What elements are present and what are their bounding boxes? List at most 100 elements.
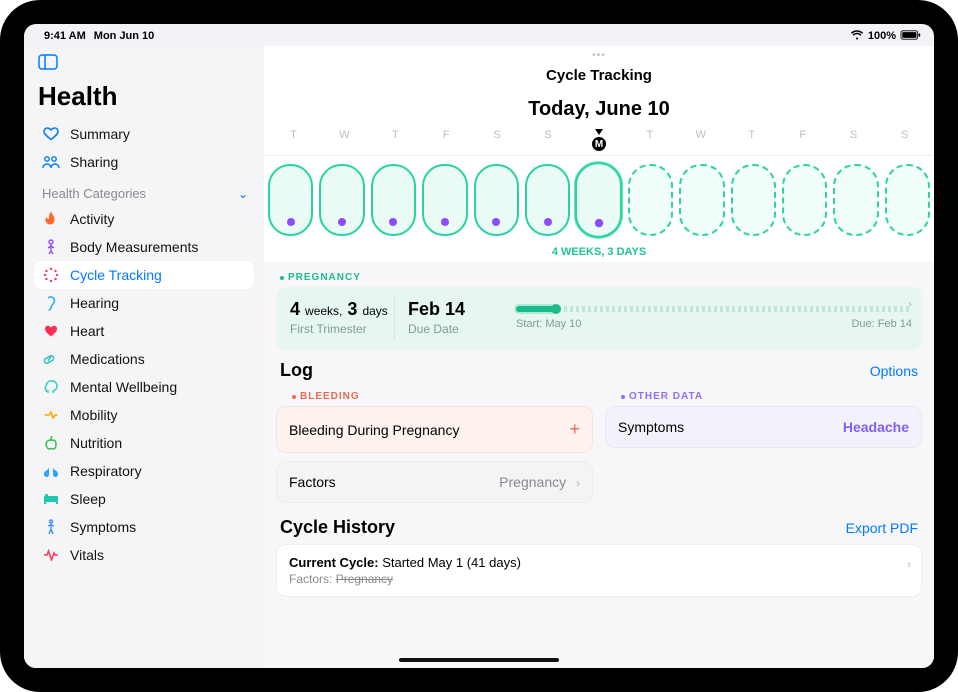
sidebar-item-cycle-tracking[interactable]: Cycle Tracking [34,261,254,289]
sidebar-item-respiratory[interactable]: Respiratory [34,457,254,485]
due-date-value: Feb 14 [408,299,498,320]
nutrition-icon [42,436,60,450]
cycle-day-pill[interactable] [731,164,776,236]
cycle-day-pill[interactable] [525,164,570,236]
sidebar-item-sleep[interactable]: Sleep [34,485,254,513]
cycle-day-pill[interactable] [474,164,519,236]
sidebar-item-label: Mental Wellbeing [70,379,177,395]
sidebar-item-label: Heart [70,323,104,339]
cycle-day-pill[interactable] [575,162,623,238]
cycle-day-strip[interactable] [264,156,934,240]
heart-outline-icon [42,127,60,141]
export-pdf-button[interactable]: Export PDF [846,520,918,536]
sidebar-item-summary[interactable]: Summary [34,120,254,148]
factors-label: Factors [289,474,336,490]
activity-icon [42,211,60,227]
cycle-day-pill[interactable] [833,164,878,236]
window-grip-icon[interactable]: ••• [264,46,934,61]
chevron-right-icon: › [907,557,911,571]
sidebar-toggle-icon[interactable] [34,52,254,79]
cycle-day-pill[interactable] [268,164,313,236]
cycle-day-pill[interactable] [679,164,724,236]
weekday-label: T [624,129,675,155]
plus-icon: + [569,419,580,440]
sidebar-item-label: Hearing [70,295,119,311]
sidebar-item-vitals[interactable]: Vitals [34,541,254,569]
sidebar-item-label: Vitals [70,547,104,563]
status-time: 9:41 AM [44,30,86,42]
progress-start-label: Start: May 10 [516,318,581,330]
sidebar-item-label: Sharing [70,154,118,170]
progress-due-label: Due: Feb 14 [851,318,912,330]
weekday-label: T [268,129,319,155]
sidebar-item-sharing[interactable]: Sharing [34,148,254,176]
sidebar-item-label: Cycle Tracking [70,267,162,283]
sidebar-item-label: Body Measurements [70,239,198,255]
today-label: Today, June 10 [264,84,934,123]
cycle-day-pill[interactable] [782,164,827,236]
symptoms-icon [42,519,60,535]
sidebar-item-activity[interactable]: Activity [34,205,254,233]
cycle-history-title: Cycle History [280,517,395,538]
due-date-label: Due Date [408,322,498,336]
sidebar-item-body-measurements[interactable]: Body Measurements [34,233,254,261]
weekday-label: F [421,129,472,155]
chevron-down-icon: ⌄ [238,187,248,201]
weekday-label: S [879,129,930,155]
factors-row[interactable]: Factors Pregnancy › [276,461,593,503]
sidebar-item-symptoms[interactable]: Symptoms [34,513,254,541]
current-cycle-card[interactable]: › Current Cycle: Started May 1 (41 days)… [276,544,922,597]
weekday-label: F [777,129,828,155]
sidebar-item-label: Symptoms [70,519,136,535]
symptoms-value: Headache [843,419,909,435]
cycle-day-pill[interactable] [422,164,467,236]
cycle-tracking-icon [42,267,60,283]
sidebar-item-label: Medications [70,351,145,367]
sidebar-categories-header[interactable]: Health Categories ⌄ [34,176,254,205]
log-title: Log [280,360,313,381]
battery-percent: 100% [868,30,896,42]
weekday-label: M [574,129,625,155]
sidebar-item-hearing[interactable]: Hearing [34,289,254,317]
weekday-label: T [726,129,777,155]
logged-dot-icon [595,219,603,227]
sidebar-item-label: Sleep [70,491,106,507]
logged-dot-icon [492,218,500,226]
bleeding-row[interactable]: Bleeding During Pregnancy + [276,406,593,453]
factors-value: Pregnancy [499,474,566,490]
heart-icon [42,324,60,338]
sidebar-item-mental-wellbeing[interactable]: Mental Wellbeing [34,373,254,401]
bleeding-row-label: Bleeding During Pregnancy [289,422,459,438]
sidebar: Health Summary Sharing Health Categories… [24,46,264,668]
gestation-value: 4 weeks, 3 days [290,299,390,320]
app-title: Health [34,79,254,120]
main-content: ••• Cycle Tracking Today, June 10 TWTFSS… [264,46,934,668]
home-indicator[interactable] [399,658,559,662]
sidebar-item-label: Activity [70,211,114,227]
logged-dot-icon [338,218,346,226]
sidebar-item-medications[interactable]: Medications [34,345,254,373]
mental-wellbeing-icon [42,379,60,395]
people-icon [42,155,60,169]
chevron-right-icon: › [576,476,580,490]
logged-dot-icon [441,218,449,226]
logged-dot-icon [389,218,397,226]
vitals-icon [42,549,60,561]
page-title: Cycle Tracking [264,61,934,84]
cycle-day-pill[interactable] [628,164,673,236]
status-date: Mon Jun 10 [94,30,155,42]
sleep-icon [42,493,60,505]
sidebar-item-label: Mobility [70,407,117,423]
battery-icon [900,30,922,43]
cycle-day-pill[interactable] [371,164,416,236]
sidebar-item-heart[interactable]: Heart [34,317,254,345]
symptoms-row[interactable]: Symptoms Headache [605,406,922,448]
cycle-day-pill[interactable] [885,164,930,236]
sidebar-item-nutrition[interactable]: Nutrition [34,429,254,457]
log-options-button[interactable]: Options [870,363,918,379]
logged-dot-icon [544,218,552,226]
current-cycle-factors: Factors: Pregnancy [289,570,909,586]
pregnancy-card[interactable]: › 4 weeks, 3 days First Trimester Feb 14… [276,287,922,350]
sidebar-item-mobility[interactable]: Mobility [34,401,254,429]
cycle-day-pill[interactable] [319,164,364,236]
